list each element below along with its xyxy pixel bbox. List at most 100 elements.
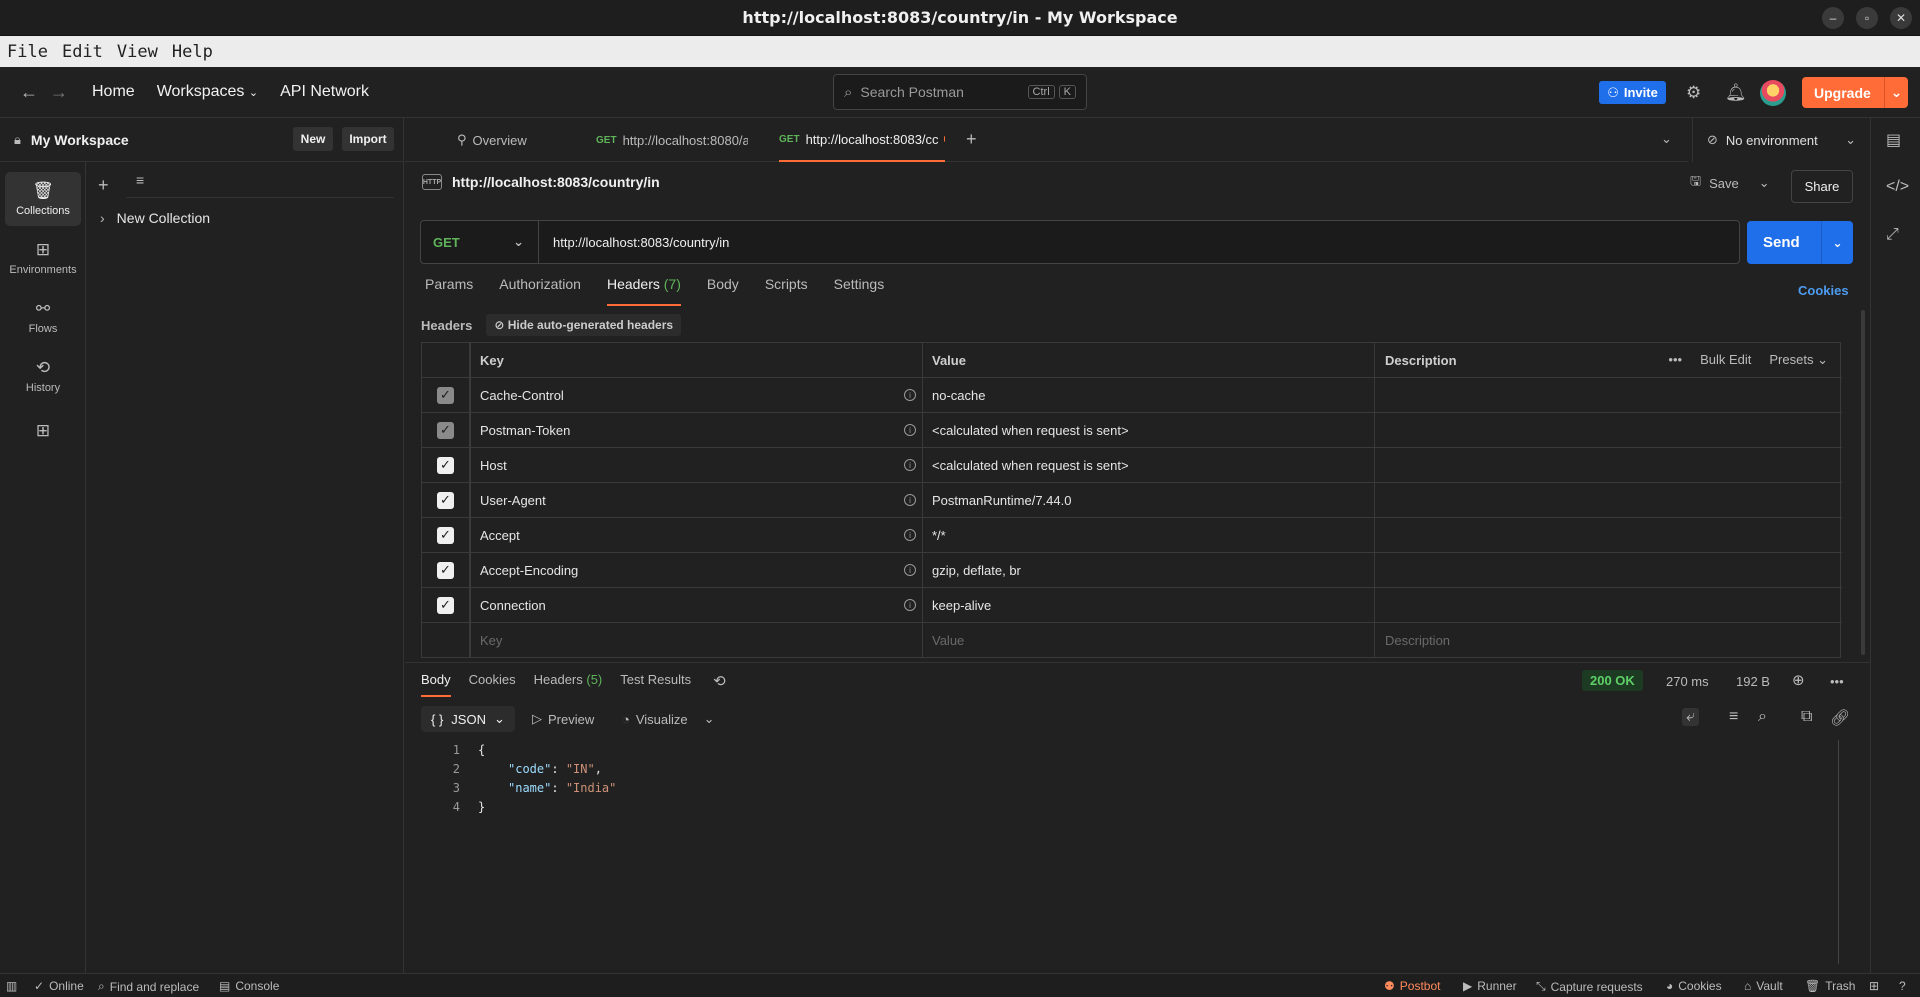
code-icon[interactable]: </> (1886, 178, 1909, 196)
layout-icon[interactable]: ⊞ (1869, 979, 1879, 993)
tab-test-results[interactable]: Test Results (620, 672, 691, 697)
nav-api-network[interactable]: API Network (280, 83, 369, 101)
upgrade-button[interactable]: Upgrade ⌄ (1802, 77, 1908, 108)
presets-button[interactable]: Presets ⌄ (1769, 352, 1828, 368)
header-value[interactable]: keep-alive (932, 598, 991, 613)
globe-icon[interactable]: ⊕ (1792, 671, 1805, 689)
bulk-edit-button[interactable]: Bulk Edit (1700, 352, 1751, 368)
close-icon[interactable]: ✕ (1890, 7, 1912, 29)
header-value[interactable]: PostmanRuntime/7.44.0 (932, 493, 1071, 508)
workspace-name[interactable]: My Workspace (31, 132, 129, 148)
trash-button[interactable]: 🗑︎ Trash (1805, 979, 1855, 993)
menu-view[interactable]: View (117, 42, 158, 62)
filter-icon[interactable]: ≡ (1729, 708, 1738, 726)
preview-button[interactable]: ▷ Preview (532, 711, 594, 727)
menu-edit[interactable]: Edit (62, 42, 103, 62)
checkbox[interactable]: ✓ (437, 456, 454, 474)
wrap-lines-icon[interactable]: ⤶ (1682, 708, 1699, 726)
request-title[interactable]: http://localhost:8083/country/in (452, 174, 660, 190)
scrollbar[interactable] (1861, 310, 1865, 655)
chevron-down-icon[interactable]: ⌄ (704, 711, 715, 727)
value-input[interactable]: Value (932, 633, 964, 648)
checkbox[interactable]: ✓ (437, 491, 454, 509)
history-icon[interactable]: ⟲ (713, 672, 726, 697)
status-badge[interactable]: 200 OK (1582, 670, 1643, 691)
checkbox[interactable]: ✓ (437, 561, 454, 579)
import-button[interactable]: Import (342, 127, 394, 151)
url-input[interactable]: http://localhost:8083/country/in (539, 235, 729, 250)
capture-requests-button[interactable]: ⤡ Capture requests (1536, 979, 1643, 994)
description-input[interactable]: Description (1385, 633, 1450, 648)
add-collection-icon[interactable]: + (98, 175, 109, 196)
maximize-icon[interactable]: ▫ (1856, 7, 1878, 29)
tab-settings[interactable]: Settings (834, 276, 885, 306)
new-tab-icon[interactable]: + (966, 129, 977, 150)
console-button[interactable]: ▤ Console (219, 979, 279, 993)
sidebar-item-flows[interactable]: ⚯ Flows (5, 290, 81, 344)
info-icon[interactable]: i (904, 459, 916, 471)
header-key[interactable]: Cache-Control (480, 388, 564, 403)
new-button[interactable]: New (293, 127, 333, 151)
header-value[interactable]: gzip, deflate, br (932, 563, 1021, 578)
header-key[interactable]: Host (480, 458, 507, 473)
cookies-link[interactable]: Cookies (1798, 283, 1849, 298)
back-arrow-icon[interactable]: ← (14, 82, 44, 103)
chevron-down-icon[interactable]: ⌄ (1759, 175, 1770, 191)
info-icon[interactable]: i (904, 564, 916, 576)
response-time[interactable]: 270 ms (1666, 674, 1709, 689)
share-button[interactable]: Share (1791, 170, 1853, 203)
info-icon[interactable]: i (904, 599, 916, 611)
menu-help[interactable]: Help (172, 42, 213, 62)
settings-icon[interactable]: ⚙ (1686, 83, 1701, 103)
info-icon[interactable]: i (904, 494, 916, 506)
key-input[interactable]: Key (480, 633, 502, 648)
postbot-button[interactable]: ⚉ Postbot (1384, 979, 1440, 993)
send-chevron-icon[interactable]: ⌄ (1821, 221, 1853, 264)
send-button[interactable]: Send ⌄ (1747, 221, 1853, 264)
info-icon[interactable]: i (904, 529, 916, 541)
more-options-icon[interactable]: ••• (1668, 352, 1682, 368)
menu-file[interactable]: File (7, 42, 48, 62)
tabs-dropdown-icon[interactable]: ⌄ (1661, 131, 1672, 147)
checkbox[interactable]: ✓ (437, 596, 454, 614)
search-input[interactable]: ⌕ Search Postman Ctrl K (833, 74, 1087, 110)
tab-authorization[interactable]: Authorization (499, 276, 581, 306)
scrollbar[interactable] (1838, 740, 1839, 964)
environment-quicklook-icon[interactable]: ▤ (1886, 130, 1901, 150)
tab-response-body[interactable]: Body (421, 672, 451, 697)
header-key[interactable]: User-Agent (480, 493, 546, 508)
info-icon[interactable]: i (904, 389, 916, 401)
checkbox[interactable]: ✓ (437, 526, 454, 544)
response-body[interactable]: 1{ 2 "code": "IN", 3 "name": "India" 4} (440, 741, 617, 817)
more-options-icon[interactable]: ••• (1830, 674, 1844, 689)
find-replace-button[interactable]: ⌕ Find and replace (98, 979, 199, 994)
runner-button[interactable]: ▶ Runner (1463, 979, 1517, 993)
online-status[interactable]: ✓ Online (34, 979, 84, 993)
sidebar-item-history[interactable]: ⟲ History (5, 349, 81, 403)
header-value[interactable]: */* (932, 528, 946, 543)
nav-workspaces[interactable]: Workspaces ⌄ (157, 83, 258, 101)
header-key[interactable]: Connection (480, 598, 546, 613)
header-value[interactable]: <calculated when request is sent> (932, 458, 1129, 473)
format-select[interactable]: { } JSON ⌄ (421, 706, 515, 732)
nav-home[interactable]: Home (92, 83, 135, 101)
tab-params[interactable]: Params (425, 276, 473, 306)
upgrade-chevron-icon[interactable]: ⌄ (1884, 77, 1908, 108)
link-icon[interactable]: 🔗︎ (1830, 708, 1850, 728)
tab-request-8080[interactable]: GET http://localhost:8080/ap (596, 118, 748, 162)
tab-scripts[interactable]: Scripts (765, 276, 808, 306)
hide-auto-headers-button[interactable]: ⊘ Hide auto-generated headers (486, 314, 682, 336)
vault-button[interactable]: ⌂ Vault (1744, 979, 1783, 993)
cookies-button[interactable]: ◕ Cookies (1666, 979, 1722, 993)
header-value[interactable]: <calculated when request is sent> (932, 423, 1129, 438)
magic-wand-icon[interactable]: ⤢ (1886, 226, 1899, 244)
collection-item[interactable]: › New Collection (100, 210, 210, 226)
save-button[interactable]: 🖫 Save ⌄ (1690, 172, 1770, 194)
toggle-sidebar-icon[interactable]: ▥ (6, 979, 17, 993)
response-size[interactable]: 192 B (1736, 674, 1770, 689)
sidebar-item-configure[interactable]: ⊞ (5, 406, 81, 460)
header-key[interactable]: Accept (480, 528, 520, 543)
visualize-button[interactable]: ◔ Visualize ⌄ (622, 711, 715, 727)
tab-response-headers[interactable]: Headers (5) (534, 672, 603, 697)
method-select[interactable]: GET ⌄ (421, 221, 539, 263)
